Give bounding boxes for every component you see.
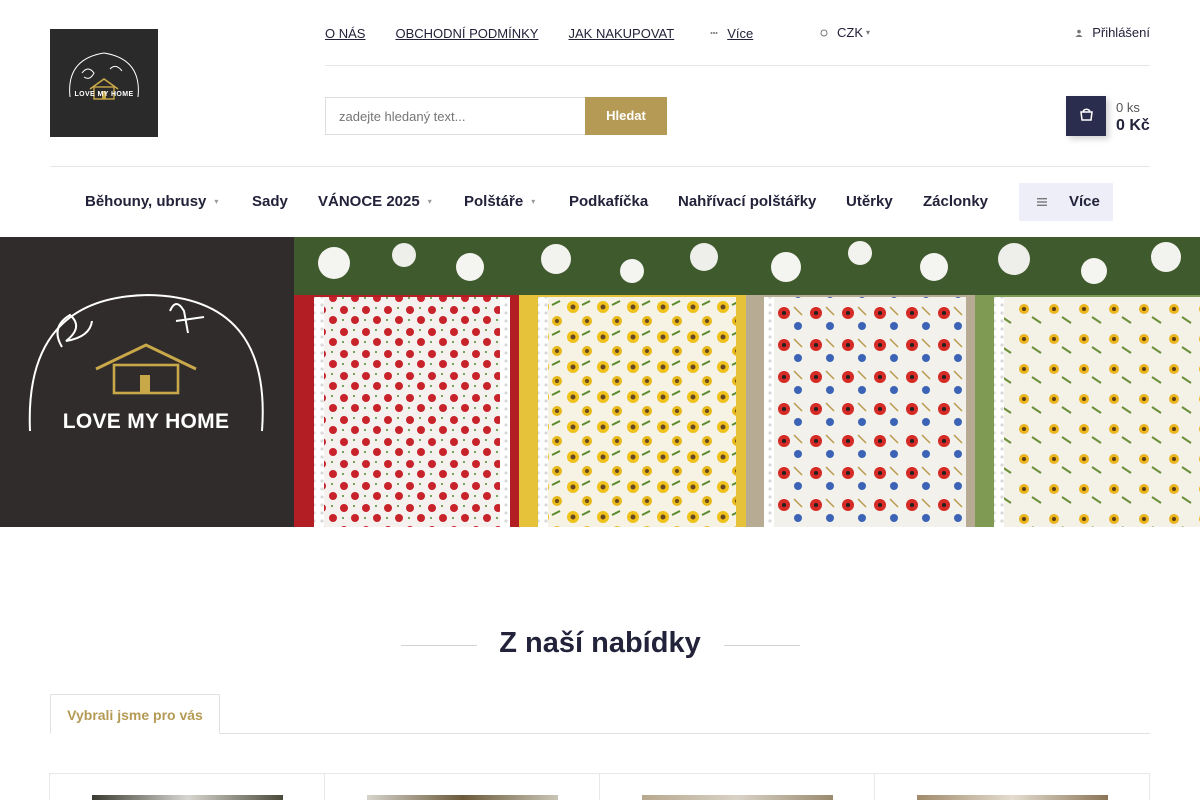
search-button[interactable]: Hledat xyxy=(585,97,667,135)
table-runners-photo xyxy=(294,237,1200,527)
top-navigation: O NÁS OBCHODNÍ PODMÍNKY JAK NAKUPOVAT Ví… xyxy=(325,25,753,41)
cart-total[interactable]: 0 Kč xyxy=(1116,117,1150,135)
house-logo-icon xyxy=(69,52,139,100)
menu-item-vanoce-2025[interactable]: VÁNOCE 2025 ▾ xyxy=(318,183,432,221)
menu-item-label: Nahřívací polštářky xyxy=(678,193,817,210)
banner-logo: LOVE MY HOME xyxy=(0,237,294,527)
cart-icon xyxy=(1080,108,1093,121)
cart-button[interactable] xyxy=(1066,96,1106,136)
site-logo[interactable]: LOVE MY HOME xyxy=(50,29,158,137)
product-card[interactable] xyxy=(599,773,875,800)
product-image xyxy=(367,795,558,800)
hamburger-icon xyxy=(1037,198,1047,207)
product-image xyxy=(917,795,1108,800)
login-link[interactable]: Přihlášení xyxy=(1075,25,1150,40)
title-line-right xyxy=(724,645,800,646)
menu-item-label: VÁNOCE 2025 xyxy=(318,193,420,210)
menu-item-label: Utěrky xyxy=(846,193,893,210)
banner-tagline: LOVE MY HOME xyxy=(62,410,230,433)
top-more-label[interactable]: Více xyxy=(727,26,753,41)
top-link-jak-nakupovat[interactable]: JAK NAKUPOVAT xyxy=(568,26,674,41)
menu-item-label: Podkafíčka xyxy=(569,193,649,210)
house-logo-icon xyxy=(28,293,264,432)
product-image xyxy=(642,795,833,800)
menu-more-label: Více xyxy=(1069,193,1100,210)
currency-label: CZK xyxy=(837,25,863,40)
menu-item-label: Záclonky xyxy=(923,193,989,210)
menu-item-more[interactable]: Více xyxy=(1019,183,1113,221)
menu-item-zaclonky[interactable]: Záclonky xyxy=(923,183,988,221)
menu-item-label: Běhouny, ubrusy xyxy=(85,193,207,210)
top-link-obchodni-podminky[interactable]: OBCHODNÍ PODMÍNKY xyxy=(395,26,538,41)
top-more-menu[interactable]: Více xyxy=(710,26,753,41)
chevron-down-icon: ▾ xyxy=(866,28,871,37)
tab-vybrali-jsme-pro-vas[interactable]: Vybrali jsme pro vás xyxy=(50,694,220,734)
chevron-down-icon: ▾ xyxy=(214,197,219,207)
menu-item-podkaficka[interactable]: Podkafíčka xyxy=(569,183,648,221)
menu-item-behouny-ubrusy[interactable]: Běhouny, ubrusy ▾ xyxy=(85,183,218,221)
login-label: Přihlášení xyxy=(1092,25,1150,40)
coin-icon xyxy=(820,29,828,36)
top-link-o-nas[interactable]: O NÁS xyxy=(325,26,365,41)
menu-item-polstare[interactable]: Polštáře ▾ xyxy=(464,183,535,221)
product-image xyxy=(92,795,283,800)
product-card[interactable] xyxy=(874,773,1150,800)
menu-item-label: Polštáře xyxy=(464,193,524,210)
menu-item-uterky[interactable]: Utěrky xyxy=(846,183,893,221)
product-card[interactable] xyxy=(324,773,600,800)
chevron-down-icon: ▾ xyxy=(531,197,536,207)
header-divider xyxy=(325,65,1150,66)
logo-tagline: LOVE MY HOME xyxy=(74,91,134,98)
user-icon xyxy=(1075,29,1083,37)
menu-item-label: Sady xyxy=(252,193,288,210)
currency-selector[interactable]: CZK ▾ xyxy=(820,25,870,40)
product-card[interactable] xyxy=(49,773,325,800)
search-input[interactable] xyxy=(325,97,585,135)
section-title: Z naší nabídky xyxy=(499,627,701,659)
menu-item-nahrivaci-polstarky[interactable]: Nahřívací polštářky xyxy=(678,183,816,221)
hero-banner[interactable]: LOVE MY HOME xyxy=(0,237,1200,527)
cart-quantity[interactable]: 0 ks xyxy=(1116,100,1140,115)
chevron-down-icon: ▾ xyxy=(427,197,432,207)
main-menu: Běhouny, ubrusy ▾ Sady VÁNOCE 2025 ▾ Polšt… xyxy=(0,183,1200,221)
menu-item-sady[interactable]: Sady xyxy=(252,183,288,221)
menu-divider xyxy=(50,166,1150,167)
dots-icon xyxy=(710,32,718,34)
